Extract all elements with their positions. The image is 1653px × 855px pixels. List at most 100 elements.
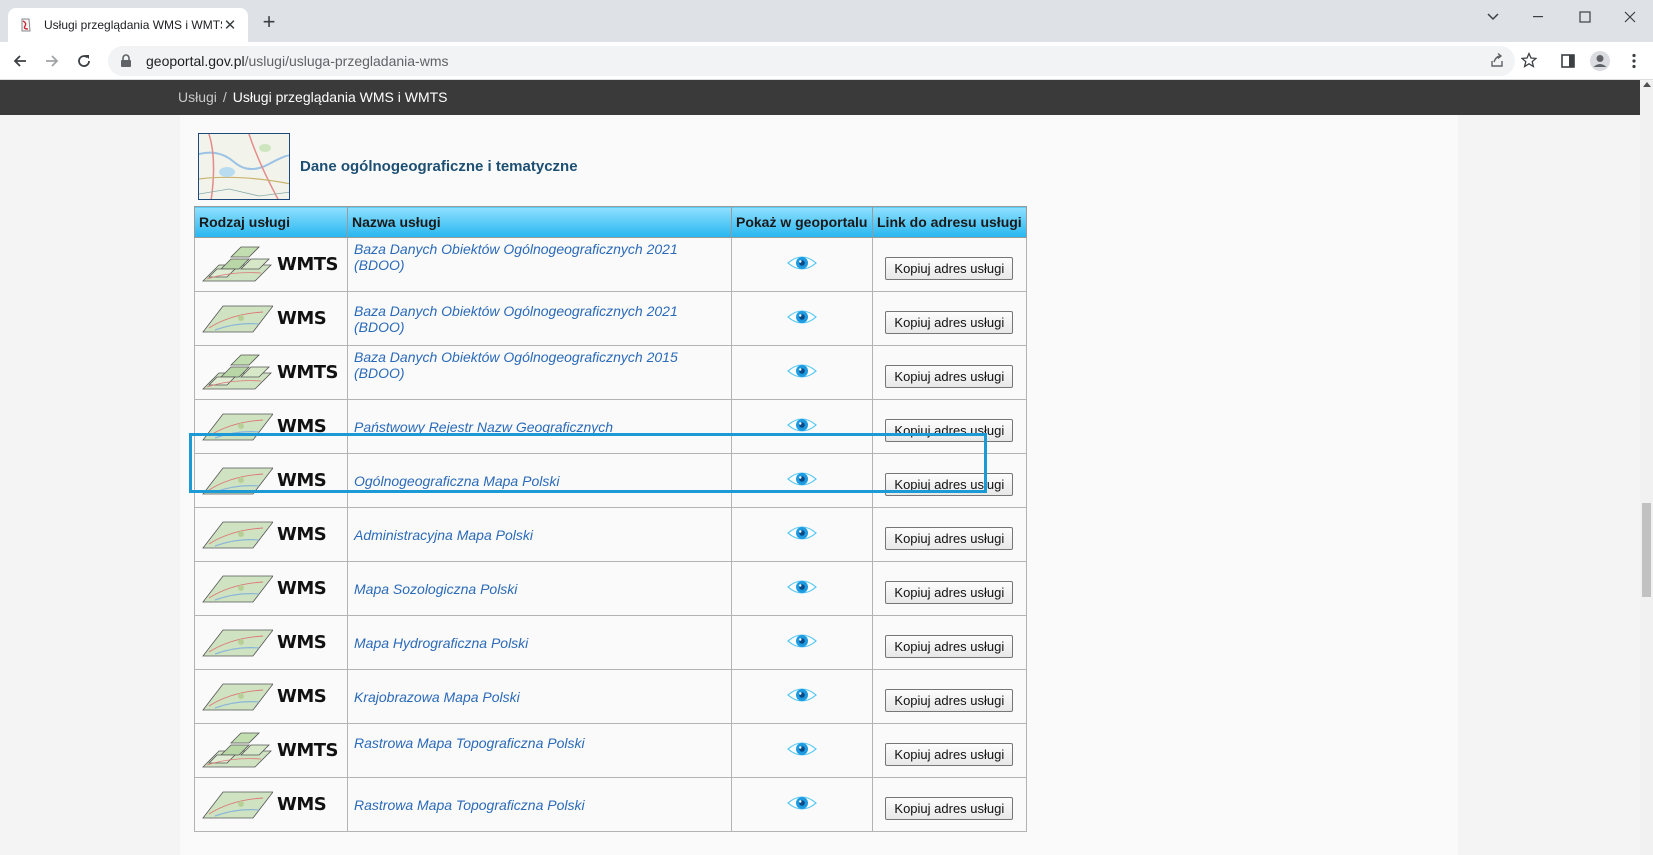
eye-icon[interactable]: [786, 418, 818, 438]
service-name-cell: Baza Danych Obiektów Ogólnogeograficznyc…: [347, 345, 732, 400]
service-name-link[interactable]: Baza Danych Obiektów Ogólnogeograficznyc…: [354, 303, 725, 335]
minimize-button[interactable]: [1516, 4, 1562, 30]
service-type-cell: WMS: [194, 453, 348, 508]
reload-button[interactable]: [72, 49, 96, 73]
section-title: Dane ogólnogeograficzne i tematyczne: [300, 158, 578, 175]
copy-address-cell: Kopiuj adres usługi: [872, 507, 1027, 562]
eye-icon[interactable]: [786, 742, 818, 762]
service-name-link[interactable]: Mapa Sozologiczna Polski: [354, 581, 725, 597]
show-in-geoportal-cell: [731, 345, 873, 400]
eye-icon[interactable]: [786, 472, 818, 492]
menu-kebab-icon[interactable]: [1622, 49, 1646, 73]
map-thumbnail[interactable]: [198, 133, 290, 200]
service-name-cell: Administracyjna Mapa Polski: [347, 507, 732, 562]
service-type-cell: WMS: [194, 561, 348, 616]
tab-strip: Usługi przeglądania WMS i WMTS ✕ +: [0, 0, 1653, 42]
maximize-button[interactable]: [1562, 4, 1608, 30]
copy-address-button[interactable]: Kopiuj adres usługi: [885, 635, 1014, 658]
wms-badge: WMS: [201, 621, 347, 665]
service-name-link[interactable]: Rastrowa Mapa Topograficzna Polski: [354, 797, 725, 813]
eye-icon[interactable]: [786, 634, 818, 654]
breadcrumb-current: Usługi przeglądania WMS i WMTS: [232, 89, 448, 105]
service-type-label: WMS: [277, 416, 327, 437]
browser-tab[interactable]: Usługi przeglądania WMS i WMTS ✕: [8, 8, 248, 42]
eye-icon[interactable]: [786, 526, 818, 546]
profile-avatar-icon[interactable]: [1588, 49, 1612, 73]
wmts-badge: WMTS: [201, 351, 347, 395]
service-name-link[interactable]: Administracyjna Mapa Polski: [354, 527, 725, 543]
table-row: WMS Rastrowa Mapa Topograficzna Polski Kop…: [194, 777, 1027, 832]
eye-icon[interactable]: [786, 364, 818, 384]
service-name-link[interactable]: Ogólnogeograficzna Mapa Polski: [354, 473, 725, 489]
table-row: WMS Mapa Sozologiczna Polski Kopiuj adres …: [194, 561, 1027, 616]
bookmark-star-icon[interactable]: [1518, 49, 1540, 71]
header-nazwa: Nazwa usługi: [347, 206, 732, 238]
service-name-link[interactable]: Krajobrazowa Mapa Polski: [354, 689, 725, 705]
service-type-label: WMS: [277, 632, 327, 653]
address-bar[interactable]: geoportal.gov.pl/uslugi/usluga-przeglada…: [108, 46, 1515, 76]
tab-search-icon[interactable]: [1470, 4, 1516, 30]
service-type-cell: WMTS: [194, 237, 348, 292]
breadcrumb-link-uslugi[interactable]: Usługi: [178, 89, 217, 105]
service-type-cell: WMS: [194, 669, 348, 724]
back-button[interactable]: [8, 49, 32, 73]
copy-address-button[interactable]: Kopiuj adres usługi: [885, 797, 1014, 820]
service-type-label: WMS: [277, 578, 327, 599]
copy-address-cell: Kopiuj adres usługi: [872, 399, 1027, 454]
service-name-link[interactable]: Baza Danych Obiektów Ogólnogeograficznyc…: [354, 349, 725, 381]
copy-address-button[interactable]: Kopiuj adres usługi: [885, 257, 1014, 280]
show-in-geoportal-cell: [731, 237, 873, 292]
service-name-link[interactable]: Mapa Hydrograficzna Polski: [354, 635, 725, 651]
service-name-link[interactable]: Baza Danych Obiektów Ogólnogeograficznyc…: [354, 241, 725, 273]
eye-icon[interactable]: [786, 796, 818, 816]
wms-badge: WMS: [201, 783, 347, 827]
service-type-cell: WMS: [194, 615, 348, 670]
side-panel-icon[interactable]: [1556, 49, 1580, 73]
eye-icon[interactable]: [786, 580, 818, 600]
copy-address-cell: Kopiuj adres usługi: [872, 345, 1027, 400]
wmts-badge: WMTS: [201, 729, 347, 773]
service-name-cell: Państwowy Rejestr Nazw Geograficznych: [347, 399, 732, 454]
eye-icon[interactable]: [786, 256, 818, 276]
copy-address-button[interactable]: Kopiuj adres usługi: [885, 473, 1014, 496]
show-in-geoportal-cell: [731, 399, 873, 454]
scroll-up-arrow-icon[interactable]: [1643, 82, 1651, 87]
service-name-cell: Mapa Sozologiczna Polski: [347, 561, 732, 616]
eye-icon[interactable]: [786, 688, 818, 708]
copy-address-button[interactable]: Kopiuj adres usługi: [885, 419, 1014, 442]
copy-address-cell: Kopiuj adres usługi: [872, 291, 1027, 346]
show-in-geoportal-cell: [731, 615, 873, 670]
map-tiles-icon: [201, 351, 273, 394]
service-name-link[interactable]: Państwowy Rejestr Nazw Geograficznych: [354, 419, 725, 435]
copy-address-button[interactable]: Kopiuj adres usługi: [885, 581, 1014, 604]
breadcrumb-separator: /: [222, 89, 227, 105]
service-type-label: WMS: [277, 794, 327, 815]
share-icon[interactable]: [1486, 49, 1508, 71]
service-type-cell: WMS: [194, 507, 348, 562]
service-type-cell: WMS: [194, 399, 348, 454]
page-scrollbar[interactable]: [1640, 80, 1653, 855]
map-tiles-icon: [201, 516, 274, 553]
service-name-link[interactable]: Rastrowa Mapa Topograficzna Polski: [354, 735, 725, 751]
copy-address-button[interactable]: Kopiuj adres usługi: [885, 311, 1014, 334]
map-tiles-icon: [201, 462, 274, 499]
show-in-geoportal-cell: [731, 561, 873, 616]
table-row: WMTS Baza Danych Obiektów Ogólnogeografic…: [194, 345, 1027, 400]
copy-address-cell: Kopiuj adres usługi: [872, 723, 1027, 778]
new-tab-button[interactable]: +: [258, 11, 280, 34]
copy-address-button[interactable]: Kopiuj adres usługi: [885, 689, 1014, 712]
wms-badge: WMS: [201, 459, 347, 503]
wmts-badge: WMTS: [201, 243, 347, 287]
eye-icon[interactable]: [786, 310, 818, 330]
scrollbar-thumb[interactable]: [1642, 503, 1651, 597]
table-row: WMS Baza Danych Obiektów Ogólnogeograficz…: [194, 291, 1027, 346]
copy-address-button[interactable]: Kopiuj adres usługi: [885, 365, 1014, 388]
url-path: /uslugi/usluga-przegladania-wms: [244, 53, 449, 69]
close-tab-icon[interactable]: ✕: [222, 17, 238, 34]
copy-address-button[interactable]: Kopiuj adres usługi: [885, 527, 1014, 550]
service-type-cell: WMTS: [194, 723, 348, 778]
forward-button[interactable]: [40, 49, 64, 73]
close-window-button[interactable]: [1607, 4, 1653, 30]
copy-address-button[interactable]: Kopiuj adres usługi: [885, 743, 1014, 766]
table-row: WMS Administracyjna Mapa Polski Kopiuj adr…: [194, 507, 1027, 562]
